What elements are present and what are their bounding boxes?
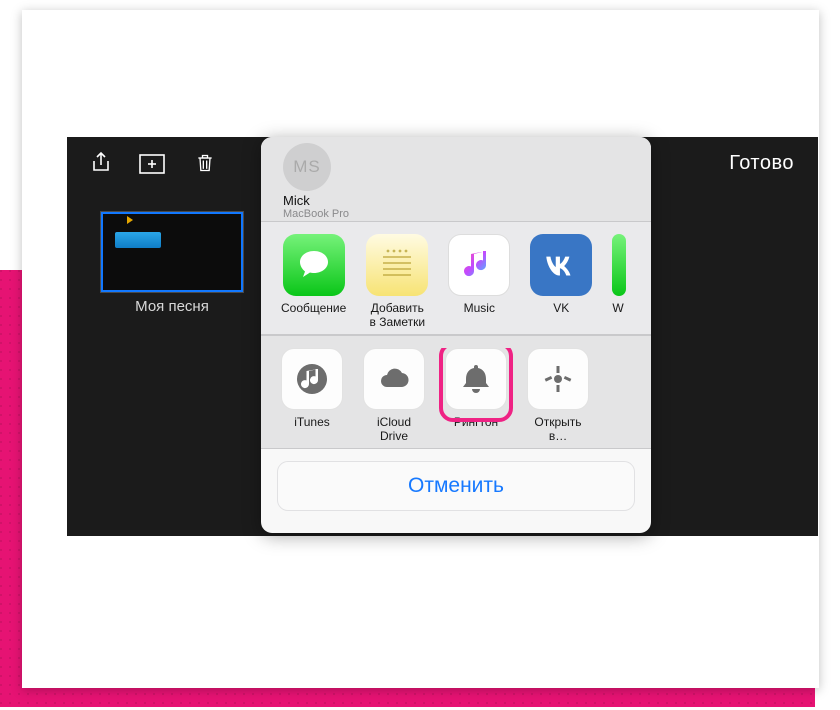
share-app-more-peek[interactable]: W: [612, 234, 626, 330]
airdrop-avatar[interactable]: MS: [283, 143, 331, 191]
share-action-icloud[interactable]: iCloud Drive: [363, 348, 425, 444]
share-apps-row: Сообщение Добавить в Заметки: [261, 221, 651, 335]
share-action-openin[interactable]: Открыть в…: [527, 348, 589, 444]
app-window: Готово Моя песня MS Mick MacBook Pro: [67, 137, 818, 536]
song-label: Моя песня: [101, 298, 243, 315]
bell-icon: [445, 348, 507, 410]
airdrop-section: MS Mick MacBook Pro: [261, 137, 651, 221]
vk-icon: [530, 234, 592, 296]
done-button[interactable]: Готово: [729, 152, 794, 175]
share-app-vk[interactable]: VK: [530, 234, 592, 330]
share-sheet: MS Mick MacBook Pro Сообщение: [261, 137, 651, 533]
outer-card: Готово Моя песня MS Mick MacBook Pro: [22, 10, 819, 688]
openin-icon: [527, 348, 589, 410]
airdrop-target-name: Mick: [283, 193, 639, 208]
music-icon: [448, 234, 510, 296]
share-app-messages[interactable]: Сообщение: [281, 234, 346, 330]
cancel-button[interactable]: Отменить: [277, 461, 635, 511]
icloud-icon: [363, 348, 425, 410]
share-action-ringtone[interactable]: Рингтон: [445, 348, 507, 444]
share-action-label: iTunes: [281, 416, 343, 444]
notes-icon: [366, 234, 428, 296]
airdrop-target-device: MacBook Pro: [283, 208, 639, 220]
messages-icon: [283, 234, 345, 296]
share-action-label: iCloud Drive: [363, 416, 425, 444]
share-app-label: W: [612, 302, 626, 330]
share-button[interactable]: [83, 145, 119, 181]
cancel-section: Отменить: [261, 449, 651, 527]
new-song-button[interactable]: [135, 145, 171, 181]
share-app-label: VK: [530, 302, 592, 330]
share-app-label: Music: [448, 302, 510, 330]
share-app-notes[interactable]: Добавить в Заметки: [366, 234, 428, 330]
itunes-icon: [281, 348, 343, 410]
share-action-label: Открыть в…: [527, 416, 589, 444]
more-app-icon: [612, 234, 626, 296]
share-action-label: Рингтон: [445, 416, 507, 444]
song-preview: [101, 212, 243, 292]
share-app-music[interactable]: Music: [448, 234, 510, 330]
share-app-label: Сообщение: [281, 302, 346, 330]
share-action-itunes[interactable]: iTunes: [281, 348, 343, 444]
song-thumbnail[interactable]: Моя песня: [101, 212, 243, 315]
delete-button[interactable]: [187, 145, 223, 181]
share-app-label: Добавить в Заметки: [366, 302, 428, 330]
share-actions-row: iTunes iCloud Drive Рингтон: [261, 335, 651, 449]
